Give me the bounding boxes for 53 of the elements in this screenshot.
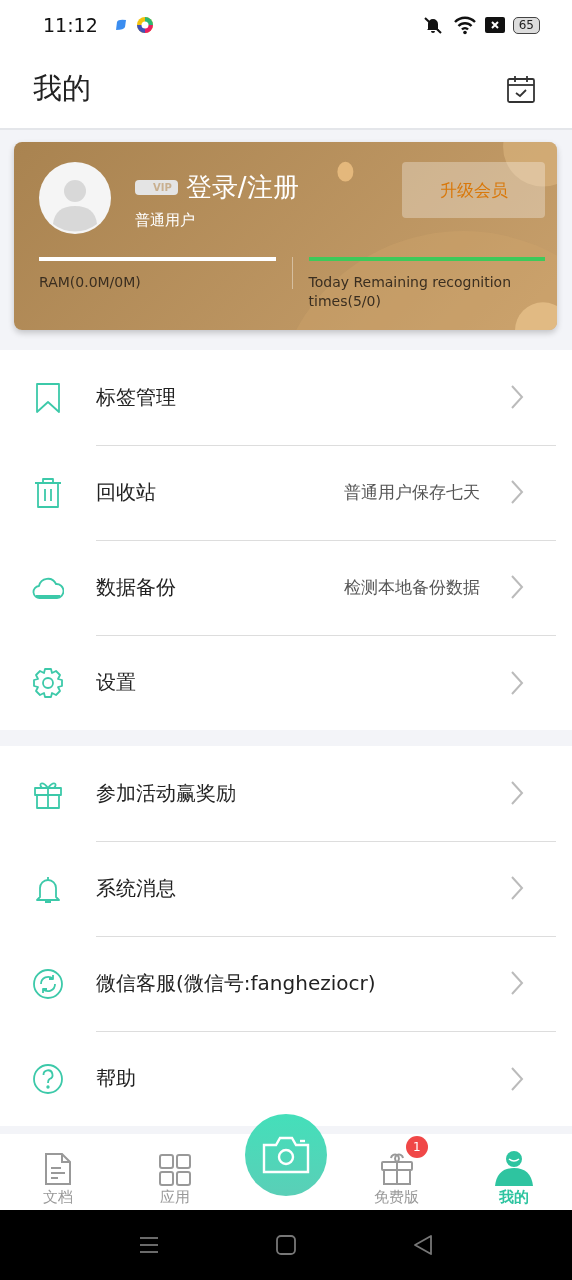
document-icon xyxy=(44,1152,73,1186)
menu-item[interactable]: 设置 xyxy=(0,635,572,730)
gift-icon xyxy=(379,1152,414,1186)
no-sim-icon xyxy=(484,17,505,33)
menu-item[interactable]: 标签管理 xyxy=(0,350,572,445)
chevron-icon xyxy=(510,875,524,901)
battery-indicator: 65 xyxy=(512,16,540,34)
vip-badge: VIP xyxy=(135,180,178,195)
chevron-icon xyxy=(510,970,524,996)
menu-item[interactable]: 系统消息 xyxy=(0,841,572,936)
menu-item[interactable]: 数据备份 检测本地备份数据 xyxy=(0,540,572,635)
grid-icon xyxy=(159,1154,192,1186)
chevron-icon xyxy=(510,384,524,410)
menu-detail: 普通用户保存七天 xyxy=(344,480,480,504)
calendar-icon[interactable] xyxy=(506,74,536,104)
chevron-icon xyxy=(510,1065,524,1092)
gear-icon xyxy=(32,666,64,699)
menu-label: 设置 xyxy=(96,669,137,696)
menu-label: 回收站 xyxy=(96,478,157,506)
app-icon xyxy=(113,18,128,32)
chevron-icon xyxy=(510,669,524,696)
menu-detail: 检测本地备份数据 xyxy=(344,575,480,599)
storage-label: RAM(0.0M/0M) xyxy=(39,273,142,292)
chevron-icon xyxy=(510,574,524,600)
app-icon xyxy=(135,16,154,34)
user-type: 普通用户 xyxy=(135,211,196,230)
menu-label: 帮助 xyxy=(96,1065,137,1092)
notification-badge: 1 xyxy=(405,1136,428,1158)
back-icon[interactable] xyxy=(412,1234,434,1256)
menu-item[interactable]: 微信客服(微信号:fangheziocr) xyxy=(0,936,572,1031)
avatar-icon[interactable] xyxy=(39,162,111,234)
chevron-icon xyxy=(510,479,524,505)
page-title: 我的 xyxy=(33,70,91,107)
chevron-icon xyxy=(510,780,524,806)
help-icon xyxy=(32,1062,64,1095)
menu-label: 参加活动赢奖励 xyxy=(96,779,237,807)
menu-label: 标签管理 xyxy=(96,383,177,411)
menu-item[interactable]: 回收站 普通用户保存七天 xyxy=(0,445,572,540)
menu-item[interactable]: 帮助 xyxy=(0,1031,572,1126)
status-time: 11:12 xyxy=(43,14,98,36)
home-icon[interactable] xyxy=(275,1234,297,1256)
tab[interactable]: 1 免费版 xyxy=(338,1134,456,1210)
person-icon xyxy=(493,1150,534,1186)
menu-label: 数据备份 xyxy=(96,573,177,601)
menu-icon[interactable] xyxy=(138,1234,160,1256)
recognition-label: Today Remaining recognition times(5/0) xyxy=(308,273,513,311)
menu-label: 系统消息 xyxy=(96,874,177,902)
camera-icon xyxy=(262,1135,310,1175)
wifi-icon xyxy=(452,15,477,35)
trash-icon xyxy=(32,476,64,509)
menu-label: 微信客服(微信号:fangheziocr) xyxy=(96,969,377,997)
refresh-icon xyxy=(32,967,64,1000)
menu-item[interactable]: 参加活动赢奖励 xyxy=(0,746,572,841)
